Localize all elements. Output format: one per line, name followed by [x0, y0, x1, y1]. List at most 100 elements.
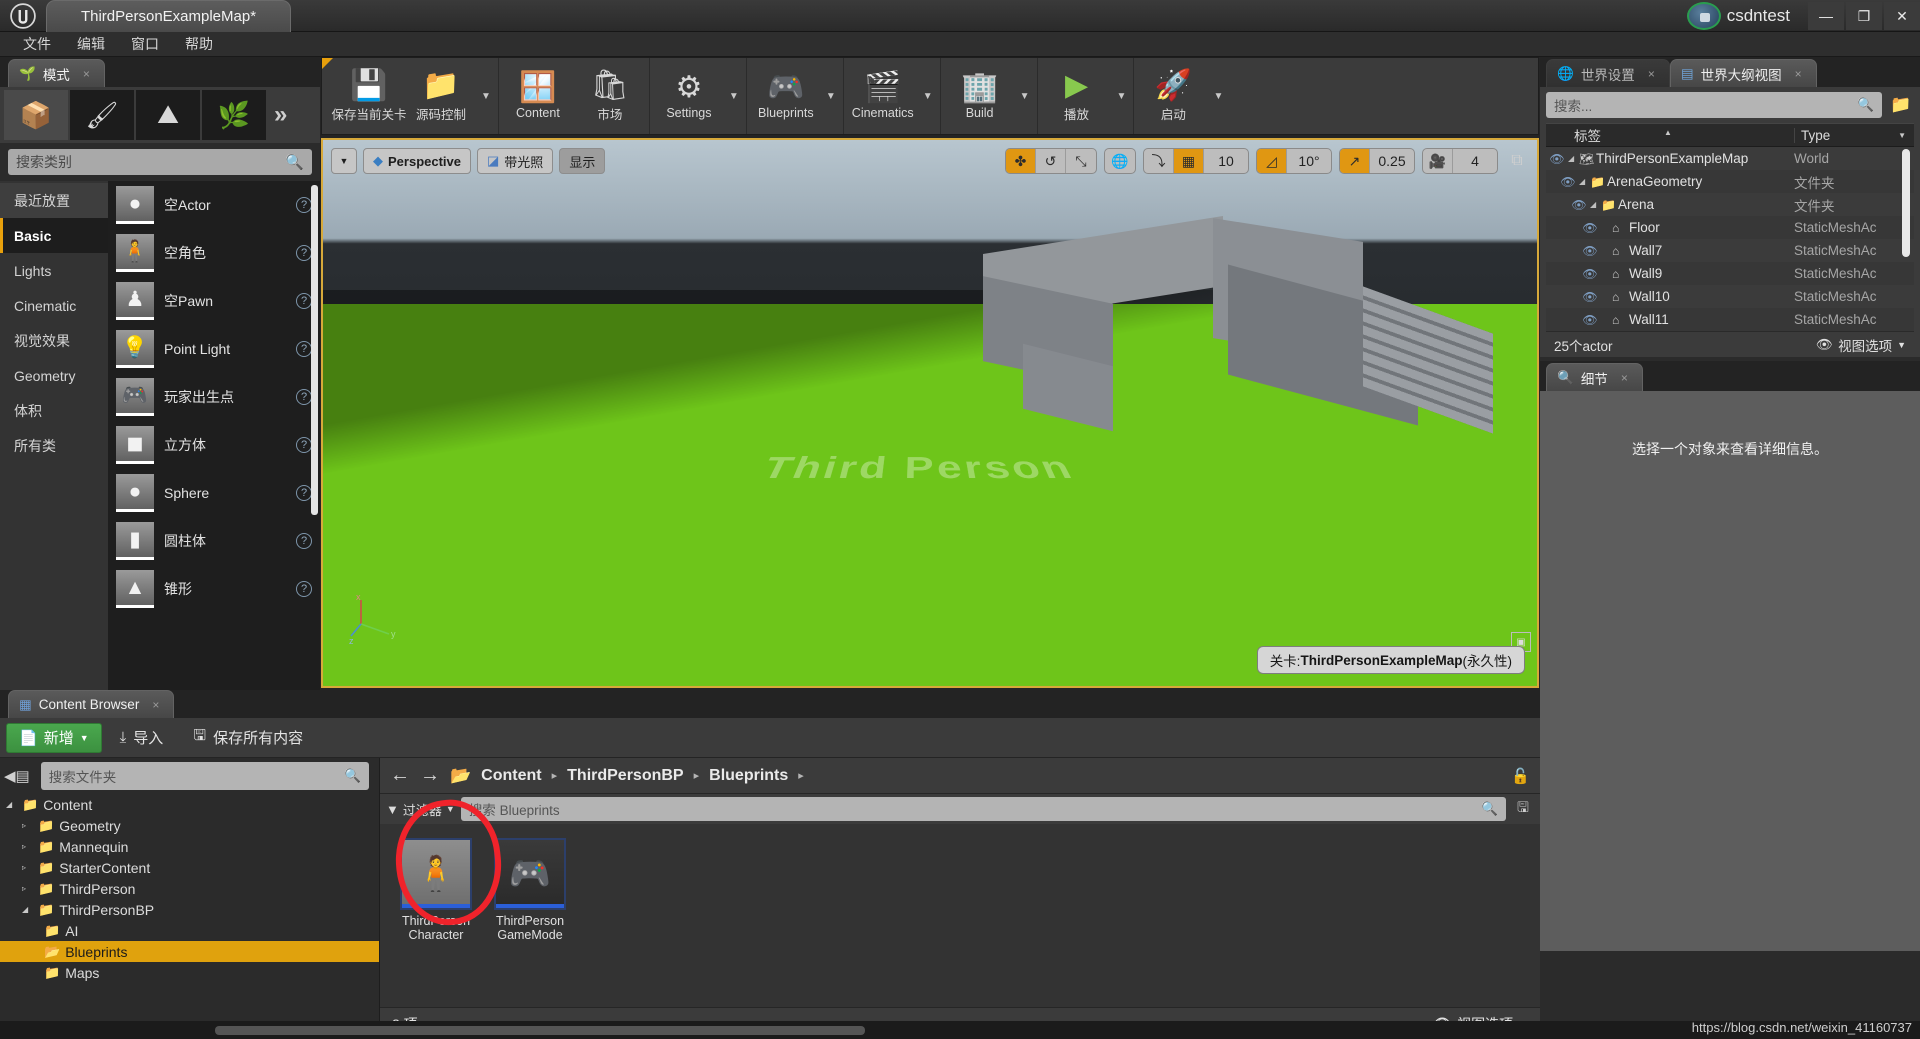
help-icon[interactable]: ? — [296, 341, 312, 357]
outliner-row[interactable]: 👁 ◢ 🗺 ThirdPersonExampleMap World — [1546, 147, 1914, 170]
close-icon[interactable]: × — [152, 698, 159, 712]
menu-item-help[interactable]: 帮助 — [172, 32, 226, 56]
tree-item-ai[interactable]: 📁 AI — [0, 920, 379, 941]
category-recently-placed[interactable]: 最近放置 — [0, 183, 108, 218]
cinematics-caret-icon[interactable]: ▼ — [919, 58, 937, 134]
maximize-viewport-icon[interactable]: ⧉ — [1505, 149, 1529, 173]
close-icon[interactable]: × — [1795, 67, 1802, 81]
asset-thumbnail[interactable]: 🧍 — [400, 838, 472, 910]
tab-world-settings[interactable]: 🌐 世界设置 × — [1546, 59, 1670, 87]
place-item[interactable]: ● Sphere ? — [108, 469, 320, 517]
rotation-snap-value[interactable]: 10° — [1287, 149, 1331, 173]
visibility-eye-icon[interactable]: 👁 — [1568, 198, 1590, 212]
place-item[interactable]: ▲ 锥形 ? — [108, 565, 320, 613]
mode-landscape-button[interactable]: ⛰ — [136, 90, 200, 140]
mode-paint-button[interactable]: 🖌 — [70, 90, 134, 140]
outliner-row[interactable]: 👁 ◢ 📁 ArenaGeometry 文件夹 — [1546, 170, 1914, 193]
save-asset-icon[interactable]: 🖫 — [1512, 797, 1534, 821]
visibility-eye-icon[interactable]: 👁 — [1579, 290, 1601, 304]
outliner-row[interactable]: 👁 ◢ 📁 Arena 文件夹 — [1546, 193, 1914, 216]
breadcrumb-content[interactable]: Content — [481, 767, 541, 785]
maximize-button[interactable]: ❐ — [1846, 2, 1882, 30]
visibility-eye-icon[interactable]: 👁 — [1579, 267, 1601, 281]
tab-modes[interactable]: 🌱 模式 × — [8, 59, 105, 87]
settings-caret-icon[interactable]: ▼ — [725, 58, 743, 134]
help-icon[interactable]: ? — [296, 437, 312, 453]
category-volumes[interactable]: 体积 — [0, 393, 108, 428]
nav-back-button[interactable]: ← — [390, 764, 410, 787]
add-new-button[interactable]: 📄 新增 ▼ — [6, 722, 102, 753]
category-cinematic[interactable]: Cinematic — [0, 288, 108, 323]
rotate-mode-button[interactable]: ↺ — [1036, 149, 1066, 173]
mode-foliage-button[interactable]: 🌿 — [202, 90, 266, 140]
close-button[interactable]: ✕ — [1884, 2, 1920, 30]
menu-item-file[interactable]: 文件 — [10, 32, 64, 56]
category-basic[interactable]: Basic — [0, 218, 108, 253]
menu-item-edit[interactable]: 编辑 — [64, 32, 118, 56]
outliner-view-options-button[interactable]: 👁 视图选项 ▼ — [1816, 335, 1906, 355]
show-flags-button[interactable]: 显示 — [559, 148, 606, 174]
tree-item-blueprints[interactable]: 📂 Blueprints — [0, 941, 379, 962]
blueprints-caret-icon[interactable]: ▼ — [822, 58, 840, 134]
scale-mode-button[interactable]: ⤡ — [1066, 149, 1096, 173]
asset-search-input[interactable]: 搜索 Blueprints 🔍 — [460, 797, 1506, 821]
breadcrumb-blueprints[interactable]: Blueprints — [709, 767, 788, 785]
modes-expand-icon[interactable]: » — [274, 101, 287, 129]
outliner-row[interactable]: 👁 ⌂ Wall11 StaticMeshAc — [1546, 308, 1914, 331]
add-folder-icon[interactable]: 📁 — [1888, 92, 1914, 118]
close-icon[interactable]: × — [83, 67, 90, 81]
asset-thumbnail[interactable]: 🎮 — [494, 838, 566, 910]
tree-item-thirdpersonbp[interactable]: ◢ 📁 ThirdPersonBP — [0, 899, 379, 920]
expand-arrow-icon[interactable]: ◢ — [6, 800, 17, 809]
marketplace-button[interactable]: 🛍 市场 — [574, 58, 646, 134]
outliner-row[interactable]: 👁 ⌂ Floor StaticMeshAc — [1546, 216, 1914, 239]
filter-button[interactable]: ▼ 过滤器 ▼ — [386, 800, 455, 819]
view-mode-button[interactable]: ◪ 带光照 — [477, 148, 554, 174]
viewport-options-button[interactable]: ▼ — [331, 148, 357, 174]
scale-snap-value[interactable]: 0.25 — [1370, 149, 1414, 173]
expand-arrow-icon[interactable]: ▹ — [22, 821, 33, 830]
source-control-button[interactable]: 📁 源码控制 — [405, 58, 477, 134]
modes-scrollbar[interactable] — [311, 185, 318, 515]
category-lights[interactable]: Lights — [0, 253, 108, 288]
camera-speed-value[interactable]: 4 — [1453, 149, 1497, 173]
help-icon[interactable]: ? — [296, 581, 312, 597]
cinematics-button[interactable]: 🎬 Cinematics — [847, 58, 919, 134]
save-all-button[interactable]: 🖫 保存所有内容 — [181, 723, 315, 753]
place-item[interactable]: 💡 Point Light ? — [108, 325, 320, 373]
camera-mode-button[interactable]: ◆ Perspective — [363, 148, 471, 174]
place-item[interactable]: ▮ 圆柱体 ? — [108, 517, 320, 565]
source-control-caret-icon[interactable]: ▼ — [477, 58, 495, 134]
avatar[interactable] — [1686, 2, 1721, 30]
grid-snap-value[interactable]: 10 — [1204, 149, 1248, 173]
close-icon[interactable]: × — [1648, 67, 1655, 81]
outliner-row[interactable]: 👁 ⌂ Wall7 StaticMeshAc — [1546, 239, 1914, 262]
blueprints-button[interactable]: 🎮 Blueprints — [750, 58, 822, 134]
help-icon[interactable]: ? — [296, 293, 312, 309]
horizontal-scrollbar[interactable] — [215, 1026, 865, 1035]
help-icon[interactable]: ? — [296, 485, 312, 501]
launch-caret-icon[interactable]: ▼ — [1209, 58, 1227, 134]
level-tab[interactable]: ThirdPersonExampleMap* — [46, 0, 291, 32]
menu-item-window[interactable]: 窗口 — [118, 32, 172, 56]
level-viewport[interactable]: Third Person ▼ ◆ Perspective ◪ 带光照 显示 ✤ … — [321, 138, 1539, 688]
launch-button[interactable]: 🚀 启动 — [1137, 58, 1209, 134]
minimize-button[interactable]: — — [1808, 2, 1844, 30]
camera-speed-icon[interactable]: 🎥 — [1423, 149, 1453, 173]
category-geometry[interactable]: Geometry — [0, 358, 108, 393]
build-caret-icon[interactable]: ▼ — [1016, 58, 1034, 134]
mode-place-button[interactable]: 📦 — [4, 90, 68, 140]
save-current-level-button[interactable]: 💾 保存当前关卡 — [332, 58, 407, 134]
import-button[interactable]: ⤓ 导入 — [108, 723, 176, 753]
asset-item[interactable]: 🧍 ThirdPerson Character — [392, 838, 480, 942]
play-button[interactable]: ▶ 播放 — [1041, 58, 1113, 134]
visibility-eye-icon[interactable]: 👁 — [1579, 221, 1601, 235]
world-space-button[interactable]: 🌐 — [1105, 149, 1135, 173]
place-item[interactable]: ♟ 空Pawn ? — [108, 277, 320, 325]
outliner-row[interactable]: 👁 ⌂ Wall10 StaticMeshAc — [1546, 285, 1914, 308]
build-button[interactable]: 🏢 Build — [944, 58, 1016, 134]
outliner-scrollbar[interactable] — [1902, 149, 1910, 257]
place-item[interactable]: ● 空Actor ? — [108, 181, 320, 229]
visibility-eye-icon[interactable]: 👁 — [1546, 152, 1568, 166]
expand-arrow-icon[interactable]: ▹ — [22, 842, 33, 851]
